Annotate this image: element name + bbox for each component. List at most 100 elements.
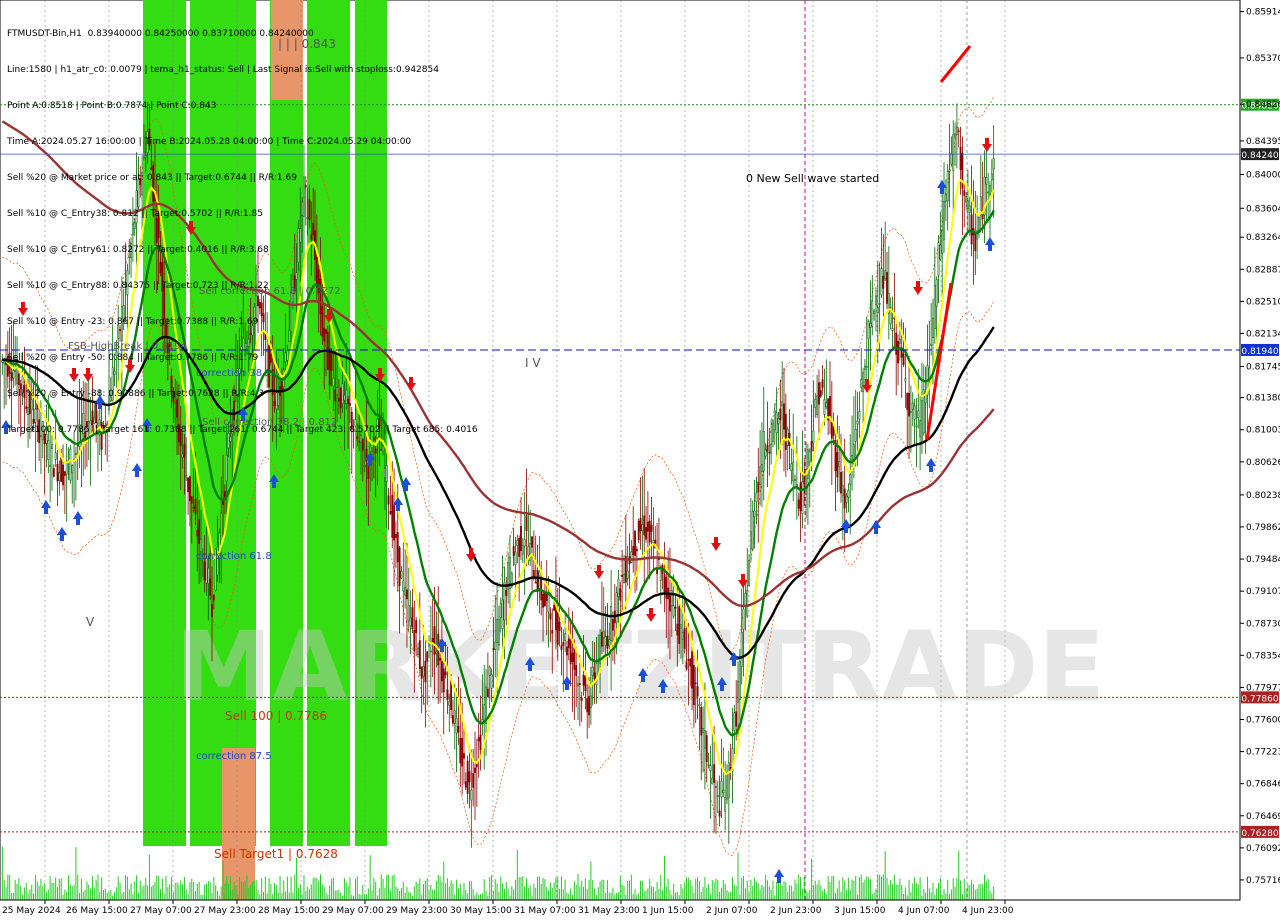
candle-body: [591, 666, 594, 676]
x-tick-label: 26 May 15:00: [66, 906, 128, 916]
candle-body: [181, 453, 184, 458]
candle-body: [639, 517, 642, 532]
candle-body: [838, 461, 841, 468]
candle-body: [864, 365, 866, 370]
candle-body: [672, 605, 675, 617]
candle-body: [987, 191, 990, 194]
y-tick-label: 0.84395: [1246, 137, 1280, 147]
info-line: Time A:2024.05.27 16:00:00 | Time B:2024…: [7, 137, 412, 147]
candle-body: [398, 547, 401, 586]
candle-body: [735, 711, 738, 727]
candle-body: [185, 475, 188, 478]
candle-body: [689, 658, 692, 667]
candle-body: [786, 428, 789, 446]
candle-body: [630, 551, 633, 563]
y-tick-label: 0.78354: [1246, 651, 1280, 661]
candle-body: [985, 177, 988, 185]
candle-body: [944, 193, 947, 202]
candle-body: [806, 449, 809, 479]
annotation-correction-87: correction 87.5: [196, 751, 272, 762]
level-tag-current_price: 0.84240: [1241, 151, 1278, 161]
candle-body: [755, 492, 758, 503]
candle-body: [904, 378, 907, 382]
x-tick-label: 31 May 07:00: [514, 906, 576, 916]
y-tick-label: 0.85370: [1246, 54, 1280, 64]
candle-body: [808, 450, 811, 463]
candle-body: [62, 464, 64, 486]
candle-body: [532, 569, 535, 578]
candle-body: [396, 532, 399, 563]
y-tick-label: 0.84000: [1246, 171, 1280, 181]
candle-body: [862, 372, 865, 392]
candle-body: [60, 457, 63, 482]
candle-body: [426, 651, 429, 662]
candle-body: [505, 589, 508, 596]
candle-body: [549, 612, 552, 620]
candle-body: [919, 420, 922, 438]
candle-body: [681, 631, 684, 640]
y-tick-label: 0.83604: [1246, 204, 1280, 214]
candle-body: [948, 169, 951, 172]
y-tick-label: 0.79484: [1246, 555, 1280, 565]
candle-body: [913, 405, 916, 420]
candle-body: [604, 636, 607, 646]
candle-body: [762, 430, 765, 472]
candle-body: [413, 630, 416, 652]
candle-body: [891, 327, 894, 331]
candle-body: [424, 660, 427, 683]
candle-body: [470, 789, 473, 801]
candle-body: [580, 697, 583, 701]
candle-body: [902, 353, 905, 366]
candle-body: [967, 200, 969, 209]
info-line: Sell %10 @ C_Entry61: 0.8272 || Target:0…: [7, 245, 269, 255]
candle-body: [946, 170, 949, 202]
candle-body: [669, 593, 671, 612]
candle-body: [692, 665, 695, 706]
candle-body: [652, 540, 655, 544]
info-line: Sell %10 @ C_Entry38: 0.812 || Target:0.…: [7, 209, 263, 219]
candle-body: [54, 452, 57, 460]
candle-body: [792, 461, 795, 482]
candle-body: [878, 303, 881, 305]
candle-body: [497, 618, 500, 646]
candle-body: [440, 661, 443, 682]
candle-body: [461, 737, 464, 767]
candle-body: [71, 465, 74, 474]
candle-body: [678, 606, 681, 644]
x-tick-label: 25 May 2024: [2, 906, 61, 916]
info-line: Sell %20 @ Entry -50: 0.884 || Target:0.…: [7, 353, 259, 363]
y-tick-label: 0.82887: [1246, 265, 1280, 275]
candle-body: [911, 402, 914, 410]
candle-body: [650, 524, 653, 532]
candle-body: [612, 618, 614, 631]
candle-body: [635, 548, 638, 552]
candle-body: [205, 558, 208, 584]
candle-body: [439, 657, 441, 661]
candle-body: [865, 365, 868, 368]
candle-body: [203, 561, 206, 581]
candle-body: [501, 599, 504, 629]
candle-body: [871, 300, 874, 327]
annotation-new-wave: 0 New Sell wave started: [746, 172, 879, 185]
candle-body: [663, 574, 666, 593]
candle-body: [641, 524, 644, 531]
y-tick-label: 0.82510: [1246, 297, 1280, 307]
candle-body: [724, 797, 727, 812]
candle-body: [757, 481, 760, 493]
candle-body: [694, 682, 697, 685]
candle-body: [733, 712, 736, 731]
candle-body: [567, 638, 570, 649]
candle-body: [606, 635, 609, 649]
x-tick-label: 1 Jun 15:00: [642, 906, 694, 916]
candle-body: [455, 717, 458, 734]
candle-body: [562, 642, 565, 646]
candle-body: [968, 205, 971, 213]
y-tick-label: 0.77600: [1246, 715, 1280, 725]
candle-body: [841, 485, 844, 497]
candle-body: [823, 399, 826, 415]
candle-body: [737, 680, 739, 703]
candle-body: [773, 410, 776, 431]
candle-body: [409, 617, 412, 627]
info-line: Sell %20 @ Entry -88: 0.90886 || Target:…: [7, 389, 265, 399]
candle-body: [415, 620, 418, 633]
